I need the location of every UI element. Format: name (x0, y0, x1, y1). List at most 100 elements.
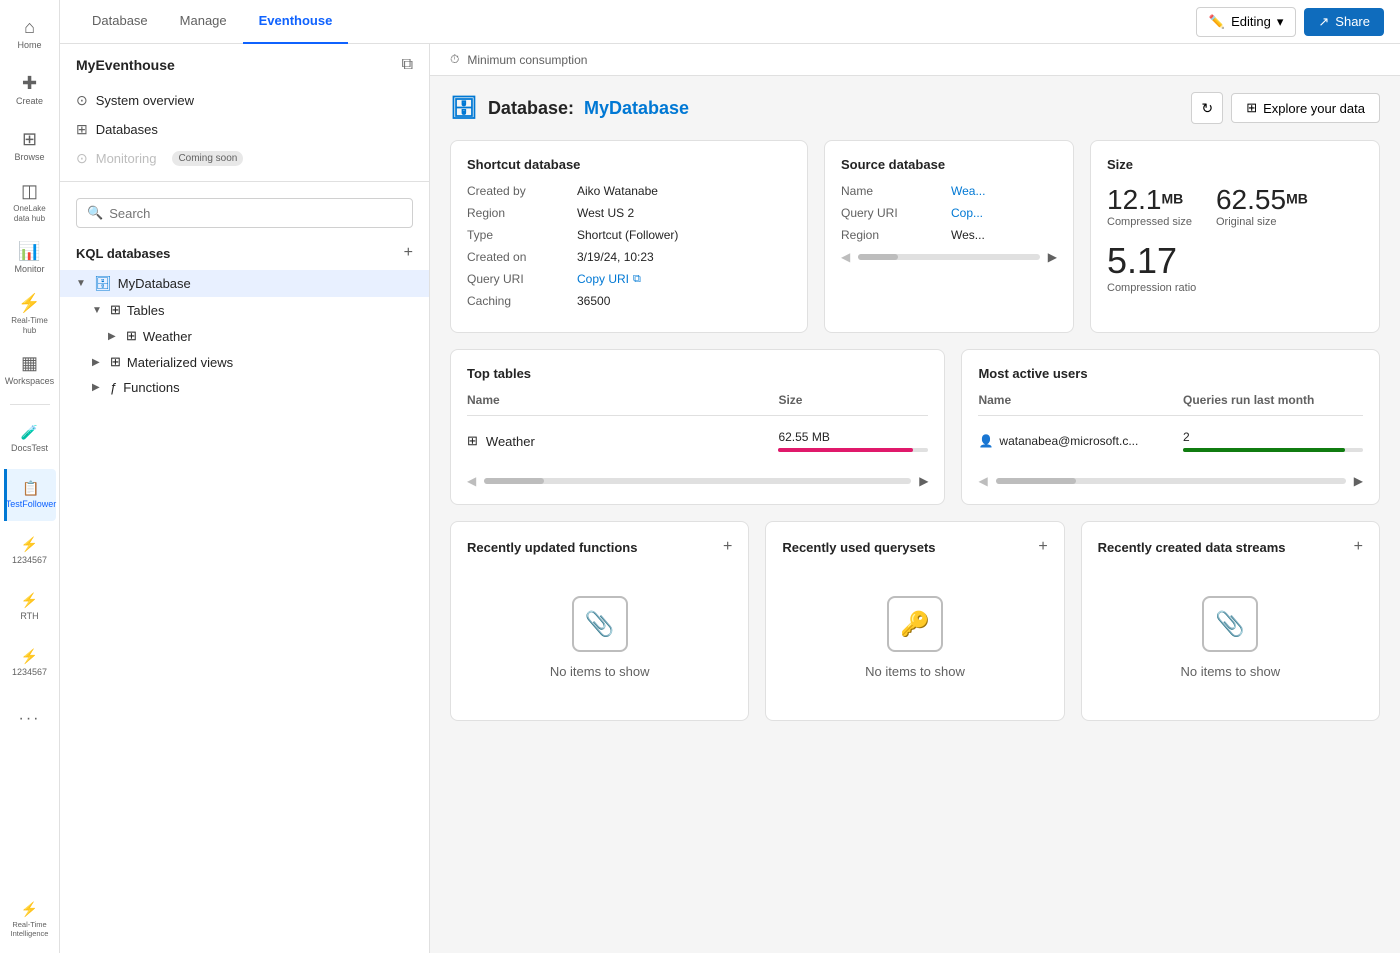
sidebar-item-system-overview[interactable]: ⊙ System overview (60, 86, 429, 115)
sidebar-header: MyEventhouse ⧉ (60, 44, 429, 86)
nav-more[interactable]: ··· (4, 693, 56, 745)
top-tabs: Database Manage Eventhouse (76, 0, 1172, 44)
user-avatar-icon: 👤 (978, 434, 993, 448)
nav-browse[interactable]: ⊞ Browse (4, 120, 56, 172)
consumption-icon: ⏱ (450, 52, 459, 67)
nav-rth[interactable]: ⚡ RTH (4, 581, 56, 633)
editing-button[interactable]: ✏️ Editing ▾ (1196, 7, 1296, 37)
size-card: Size 12.1MB Compressed size 62.55MB (1090, 140, 1380, 333)
explore-icon: ⊞ (1246, 100, 1257, 116)
create-icon: ✚ (22, 73, 37, 94)
field-region: Region West US 2 (467, 206, 791, 220)
user-name-cell: 👤 watanabea@microsoft.c... (978, 434, 1183, 448)
sidebar: MyEventhouse ⧉ ⊙ System overview ⊞ Datab… (60, 44, 430, 953)
size-bar-fill (778, 448, 913, 452)
nav-monitor[interactable]: 📊 Monitor (4, 232, 56, 284)
tree-item-tables[interactable]: ▼ ⊞ Tables (60, 297, 429, 323)
sidebar-collapse-button[interactable]: ⧉ (402, 56, 413, 74)
add-kql-database-button[interactable]: + (404, 244, 413, 262)
copy-uri-button[interactable]: Copy URI ⧉ (577, 272, 641, 286)
nav-home[interactable]: ⌂ Home (4, 8, 56, 60)
compressed-size-metric: 12.1MB Compressed size (1107, 184, 1192, 228)
tables-users-row: Top tables Name Size ⊞ Weather 62.55 MB (450, 349, 1380, 505)
field-type: Type Shortcut (Follower) (467, 228, 791, 242)
streams-card-title: Recently created data streams (1098, 540, 1286, 555)
refresh-button[interactable]: ↻ (1191, 92, 1223, 124)
add-stream-button[interactable]: + (1354, 538, 1363, 556)
size-bar-track (778, 448, 928, 452)
functions-card-title: Recently updated functions (467, 540, 637, 555)
scroll-right-icon[interactable]: ▶ (919, 474, 928, 488)
most-active-title: Most active users (978, 366, 1363, 381)
search-box[interactable]: 🔍 (76, 198, 413, 228)
user-row: 👤 watanabea@microsoft.c... 2 (978, 424, 1363, 458)
db-header: 🗄 Database: MyDatabase ↻ ⊞ Explore your … (450, 92, 1380, 124)
querysets-empty-state: 🔑 No items to show (782, 572, 1047, 703)
tree-item-mydatabase[interactable]: ▼ 🗄 MyDatabase (60, 270, 429, 297)
nav-create[interactable]: ✚ Create (4, 64, 56, 116)
rth-icon: ⚡ (21, 592, 38, 609)
chevron-down-icon: ▾ (1277, 14, 1284, 30)
kql-databases-header: KQL databases + (60, 236, 429, 270)
field-created-by: Created by Aiko Watanabe (467, 184, 791, 198)
table-icon: ⊞ (467, 433, 478, 449)
nav-realtime-intelligence[interactable]: ⚡ Real-Time Intelligence (4, 893, 56, 945)
nav-realtime-hub[interactable]: ⚡ Real-Time hub (4, 288, 56, 340)
nav-workspaces[interactable]: ▦ Workspaces (4, 344, 56, 396)
monitoring-icon: ⊙ (76, 150, 88, 167)
source-field-name: Name Wea... (841, 184, 1057, 198)
db-actions: ↻ ⊞ Explore your data (1191, 92, 1380, 124)
functions-card-header: Recently updated functions + (467, 538, 732, 556)
sidebar-item-monitoring[interactable]: ⊙ Monitoring Coming soon (60, 144, 429, 173)
scroll-right-icon[interactable]: ▶ (1354, 474, 1363, 488)
realtime-hub-icon: ⚡ (18, 293, 40, 314)
docstest-icon: 🧪 (21, 424, 38, 441)
table-row: ⊞ Weather 62.55 MB (467, 424, 928, 458)
search-input[interactable] (109, 206, 402, 221)
add-queryset-button[interactable]: + (1038, 538, 1047, 556)
explore-data-button[interactable]: ⊞ Explore your data (1231, 93, 1380, 123)
scroll-track (858, 254, 1040, 260)
functions-empty-text: No items to show (550, 664, 650, 679)
table-name-cell: ⊞ Weather (467, 433, 778, 449)
table-icon: ⊞ (126, 328, 137, 344)
tree-item-weather[interactable]: ▶ ⊞ Weather (60, 323, 429, 349)
col-size: Size (778, 393, 928, 407)
nav-testfollower[interactable]: 📋 TestFollower (4, 469, 56, 521)
share-icon: ↗ (1318, 14, 1329, 30)
nav-1234567-b[interactable]: ⚡ 1234567 (4, 637, 56, 689)
databases-icon: ⊞ (76, 121, 88, 138)
shortcut-card-title: Shortcut database (467, 157, 791, 172)
compressed-size-label: Compressed size (1107, 216, 1192, 228)
querysets-card-header: Recently used querysets + (782, 538, 1047, 556)
nav-1234567-a[interactable]: ⚡ 1234567 (4, 525, 56, 577)
original-size-label: Original size (1216, 216, 1308, 228)
tree-item-materialized-views[interactable]: ▶ ⊞ Materialized views (60, 349, 429, 375)
sidebar-item-databases[interactable]: ⊞ Databases (60, 115, 429, 144)
main-container: Database Manage Eventhouse ✏️ Editing ▾ … (60, 0, 1400, 953)
scroll-left-icon[interactable]: ◀ (467, 474, 476, 488)
tab-eventhouse[interactable]: Eventhouse (243, 0, 349, 44)
scroll-right-icon[interactable]: ▶ (1048, 250, 1057, 264)
tree-item-functions[interactable]: ▶ ƒ Functions (60, 375, 429, 400)
database-icon: 🗄 (94, 275, 112, 292)
nav-1234567a-icon: ⚡ (21, 536, 38, 553)
tab-manage[interactable]: Manage (164, 0, 243, 44)
scroll-thumb (996, 478, 1076, 484)
source-card-title: Source database (841, 157, 1057, 172)
nav-onelake[interactable]: ◫ OneLake data hub (4, 176, 56, 228)
add-function-button[interactable]: + (723, 538, 732, 556)
scroll-left-icon[interactable]: ◀ (841, 250, 850, 264)
tab-database[interactable]: Database (76, 0, 164, 44)
scroll-left-icon[interactable]: ◀ (978, 474, 987, 488)
share-button[interactable]: ↗ Share (1304, 8, 1384, 36)
browse-icon: ⊞ (22, 129, 37, 150)
chevron-down-icon: ▼ (92, 305, 104, 316)
scroll-track (484, 478, 911, 484)
bottom-cards-row: Recently updated functions + 📎 No items … (450, 521, 1380, 721)
nav-docstest[interactable]: 🧪 DocsTest (4, 413, 56, 465)
tables-icon: ⊞ (110, 302, 121, 318)
functions-icon: ƒ (110, 380, 117, 395)
querysets-empty-icon: 🔑 (887, 596, 943, 652)
source-field-query-uri: Query URI Cop... (841, 206, 1057, 220)
